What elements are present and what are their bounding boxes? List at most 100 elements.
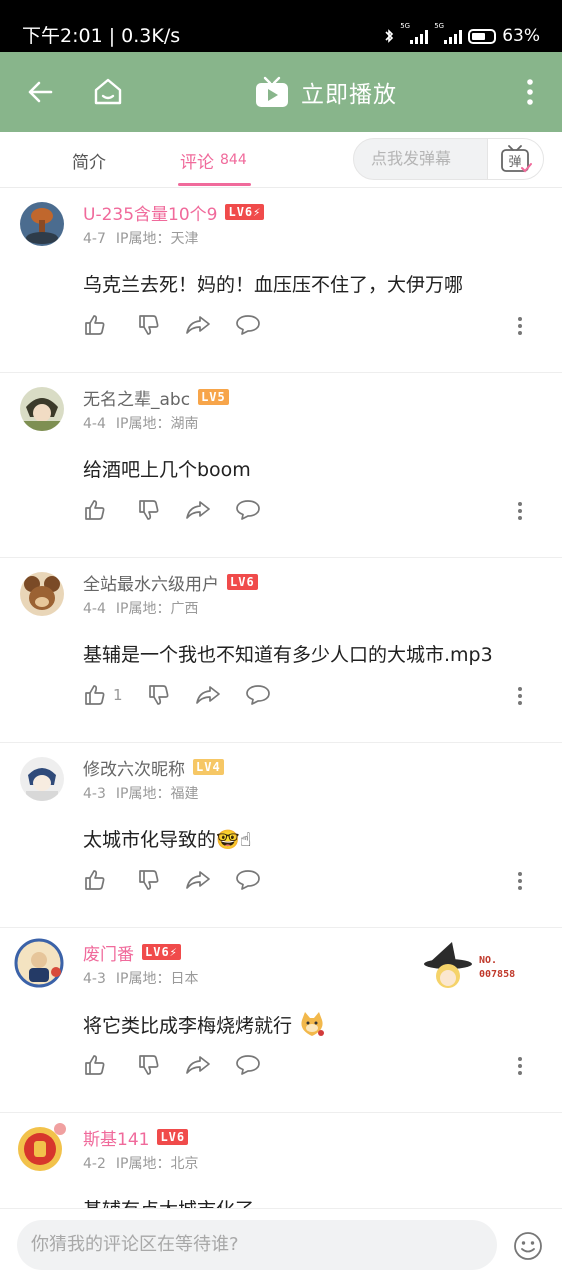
comment-text: 基辅是一个我也不知道有多少人口的大城市.mp3 (83, 644, 493, 666)
reply-button[interactable] (235, 867, 261, 893)
fan-decoration-badge[interactable]: NO. 007858 (422, 940, 532, 996)
danmaku-placeholder: 点我发弹幕 (371, 149, 452, 168)
like-button[interactable] (83, 497, 113, 523)
comment-meta: 4-3 IP属地：福建 (83, 783, 198, 803)
username[interactable]: 修改六次昵称 (83, 755, 185, 780)
signal-icon-2: 5G (434, 22, 463, 44)
smiley-icon[interactable] (512, 1230, 544, 1262)
witch-character-icon (424, 942, 472, 988)
explosion-avatar-icon (20, 202, 64, 246)
avatar[interactable] (20, 202, 64, 246)
avatar[interactable] (20, 757, 64, 801)
speech-bubble-icon (236, 1055, 260, 1075)
like-button[interactable] (83, 312, 113, 338)
comment-text: 太城市化导致的🤓☝ (83, 829, 252, 851)
comment-date: 4-4 (83, 416, 106, 432)
more-vertical-icon[interactable] (516, 686, 524, 706)
more-menu-button[interactable] (510, 72, 550, 112)
back-button[interactable] (20, 72, 60, 112)
comment-actions (83, 1052, 285, 1078)
tab-bar: 简介 评论 844 点我发弹幕 弹 (0, 132, 562, 188)
comment-date: 4-3 (83, 971, 106, 987)
share-arrow-icon (186, 316, 210, 334)
comment-meta: 4-4 IP属地：湖南 (83, 413, 198, 433)
username[interactable]: 全站最水六级用户 (83, 570, 219, 595)
share-button[interactable] (185, 1052, 211, 1078)
username[interactable]: U-235含量10个9 (83, 200, 217, 225)
username[interactable]: 斯基141 (83, 1125, 149, 1150)
danmaku-input[interactable]: 点我发弹幕 弹 (353, 138, 544, 180)
more-vertical-icon[interactable] (516, 871, 524, 891)
more-vertical-icon[interactable] (516, 316, 524, 336)
like-button[interactable] (83, 1052, 113, 1078)
battery-icon (468, 28, 497, 44)
anime-avatar-icon (20, 387, 64, 431)
avatar[interactable] (20, 387, 64, 431)
comment-meta: 4-4 IP属地：广西 (83, 598, 198, 618)
play-now-button[interactable]: 立即播放 (255, 74, 397, 110)
home-button[interactable] (88, 72, 128, 112)
avatar[interactable] (18, 1123, 66, 1171)
reply-input[interactable]: 你猜我的评论区在等待谁? (17, 1220, 497, 1270)
ip-location: IP属地：福建 (115, 786, 199, 802)
more-vertical-icon[interactable] (516, 501, 524, 521)
username[interactable]: 无名之辈_abc (83, 385, 190, 410)
thumbs-up-icon (85, 315, 105, 335)
dislike-button[interactable] (137, 1052, 161, 1078)
username[interactable]: 废门番 (83, 940, 134, 965)
share-button[interactable] (195, 682, 221, 708)
share-button[interactable] (185, 497, 211, 523)
share-button[interactable] (185, 312, 211, 338)
comment-date: 4-3 (83, 786, 106, 802)
like-button[interactable] (83, 867, 113, 893)
danmaku-button[interactable]: 弹 (487, 139, 543, 179)
comment-item: U-235含量10个9 LV6⚡ 4-7 IP属地：天津 乌克兰去死！妈的！血压压… (0, 188, 562, 373)
ip-location: IP属地：北京 (115, 1156, 199, 1172)
thumbs-down-icon (139, 870, 159, 890)
status-time-speed: 下午2:01 | 0.3K/s (22, 25, 181, 47)
more-vertical-icon[interactable] (516, 1056, 524, 1076)
level-badge: LV6 (227, 574, 258, 590)
svg-text:弹: 弹 (508, 155, 521, 170)
title-bar: 立即播放 (0, 52, 562, 132)
like-button[interactable]: 1 (83, 682, 123, 708)
dislike-button[interactable] (137, 497, 161, 523)
reply-button[interactable] (245, 682, 271, 708)
like-count: 1 (113, 686, 123, 704)
comment-item: 斯基141 LV6 4-2 IP属地：北京 基辅有点太城市化了 (0, 1113, 562, 1208)
reply-button[interactable] (235, 1052, 261, 1078)
avatar[interactable] (14, 938, 64, 988)
speech-bubble-icon (236, 870, 260, 890)
thumbs-down-icon (139, 500, 159, 520)
fist-emblem-avatar-icon (18, 1123, 66, 1171)
share-button[interactable] (185, 867, 211, 893)
dislike-button[interactable] (147, 682, 171, 708)
comment-list[interactable]: U-235含量10个9 LV6⚡ 4-7 IP属地：天津 乌克兰去死！妈的！血压压… (0, 188, 562, 1208)
thumbs-down-icon (139, 1055, 159, 1075)
thumbs-down-icon (139, 315, 159, 335)
character-avatar-icon (20, 757, 64, 801)
reply-button[interactable] (235, 312, 261, 338)
reply-button[interactable] (235, 497, 261, 523)
speech-bubble-icon (245, 685, 270, 705)
home-tv-icon (94, 78, 122, 105)
avatar[interactable] (20, 572, 64, 616)
status-bar: 下午2:01 | 0.3K/s 5G 5G 63% (0, 0, 562, 52)
comment-item: 全站最水六级用户 LV6 4-4 IP属地：广西 基辅是一个我也不知道有多少人口的… (0, 558, 562, 743)
dislike-button[interactable] (137, 867, 161, 893)
comment-text: 给酒吧上几个boom (83, 459, 251, 481)
level-badge: LV6 (157, 1129, 189, 1145)
share-arrow-icon (186, 1056, 210, 1074)
tab-comments[interactable]: 评论 844 (180, 132, 247, 188)
ip-location: IP属地：广西 (115, 601, 199, 617)
tab-comments-label: 评论 (180, 152, 214, 173)
reply-placeholder: 你猜我的评论区在等待谁? (31, 1234, 239, 1255)
tv-play-icon (256, 76, 288, 107)
thumbs-up-icon (85, 685, 105, 705)
decoration-label: NO. (479, 955, 498, 966)
comment-item: 无名之辈_abc LV5 4-4 IP属地：湖南 给酒吧上几个boom (0, 373, 562, 558)
status-icons: 5G 5G 63% (384, 22, 540, 48)
tab-intro[interactable]: 简介 (72, 132, 106, 188)
dislike-button[interactable] (137, 312, 161, 338)
bottom-reply-bar: 你猜我的评论区在等待谁? (0, 1208, 562, 1280)
